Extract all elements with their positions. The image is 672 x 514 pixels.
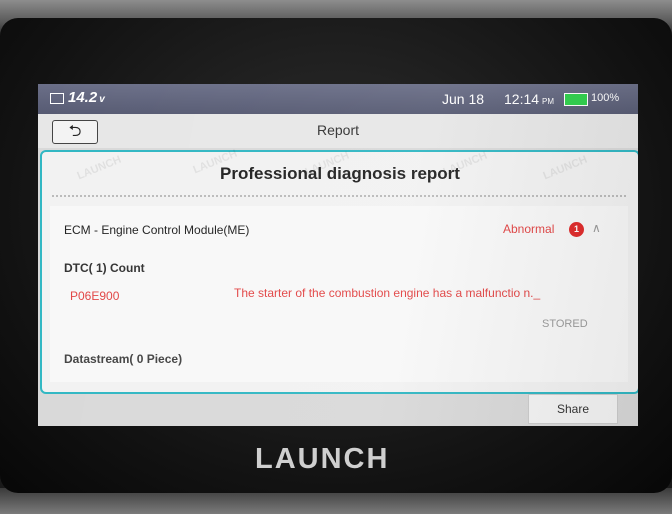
datastream-label: Datastream( 0 Piece) xyxy=(64,352,183,366)
dtc-count-label: DTC( 1) Count xyxy=(64,261,145,275)
report-card: LAUNCH LAUNCH LAUNCH LAUNCH LAUNCH Profe… xyxy=(40,148,638,394)
back-arrow-icon: ⮌ xyxy=(68,123,82,140)
report-title: Professional diagnosis report xyxy=(220,164,460,183)
module-name[interactable]: ECM - Engine Control Module(ME) xyxy=(64,223,249,237)
status-time-suffix: PM xyxy=(542,97,555,106)
chevron-up-icon[interactable]: ∧ xyxy=(592,221,601,235)
battery-percent: 100% xyxy=(591,92,620,104)
status-clock: 12:14 PM xyxy=(504,91,554,107)
dtc-description: The starter of the combustion engine has… xyxy=(234,286,541,300)
share-button[interactable]: Share xyxy=(528,394,618,424)
page-title: Report xyxy=(316,122,360,138)
battery-icon xyxy=(564,93,588,106)
voltage-indicator: 14.2 v xyxy=(50,89,105,106)
module-section: ECM - Engine Control Module(ME) Abnormal… xyxy=(50,206,628,382)
voltage-unit: v xyxy=(99,94,105,105)
title-bar: ⮌ Report xyxy=(38,114,638,148)
voltage-value: 14.2 xyxy=(68,89,98,106)
dtc-code: P06E900 xyxy=(70,289,120,303)
status-time: 12:14 xyxy=(504,91,540,107)
divider xyxy=(52,195,626,197)
status-date: Jun 18 xyxy=(442,91,485,107)
device-brand-logo: LAUNCH xyxy=(255,443,390,475)
car-battery-icon xyxy=(50,92,64,104)
screen: 14.2 v Jun 18 12:14 PM 100% ⮌ Report LAUNC… xyxy=(38,84,638,426)
dtc-status: STORED xyxy=(542,318,588,330)
module-status: Abnormal xyxy=(503,222,555,236)
status-bar: 14.2 v Jun 18 12:14 PM 100% xyxy=(38,84,638,114)
fault-count-badge: 1 xyxy=(569,222,584,237)
back-button[interactable]: ⮌ xyxy=(52,120,98,144)
